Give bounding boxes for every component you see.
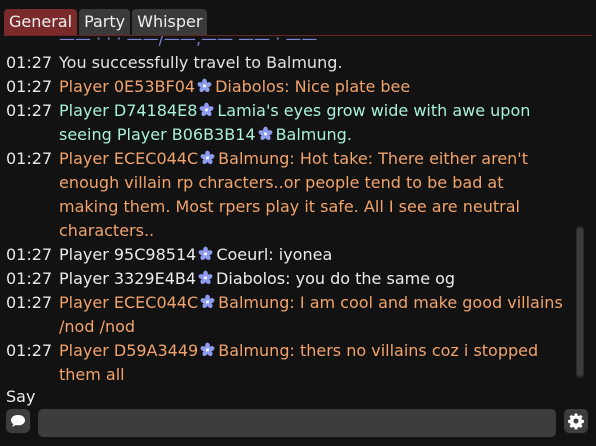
chat-line: 01:27 Player 95C98514 Coeurl: iyonea [0,243,572,267]
settings-button[interactable] [564,409,588,433]
chat-line: 01:27 Player D74184E8 Lamia's eyes grow wi… [0,99,572,147]
cross-world-flower-icon [198,246,213,261]
player-name: Player 95C98514 [59,245,197,264]
message-text: : iyonea [268,245,333,264]
gear-icon [568,413,584,430]
chat-line: 01:27 Player 0E53BF04 Diabolos: Nice plate… [0,75,572,99]
chat-log[interactable]: —— · · · ——/——,—— —— · —— 01:27 You succe… [0,36,572,382]
chat-timestamp: 01:27 [6,53,53,72]
cross-world-flower-icon [200,150,215,165]
world-name: Balmung [218,341,290,360]
speech-bubble-icon [11,415,25,427]
world-name: Balmung [218,149,290,168]
player-name: Player D74184E8 [59,101,198,120]
chat-input[interactable] [38,409,556,437]
chat-message: Player 0E53BF04 Diabolos: Nice plate bee [59,75,572,99]
player-name: Player 0E53BF04 [59,77,196,96]
cut-off-text: —— · · · ——/——,—— —— · —— [59,36,318,48]
chat-message: Player ECEC044C Balmung: I am cool and ma… [59,291,572,339]
chat-timestamp: 01:27 [6,341,53,360]
chat-scrollbar[interactable] [576,226,584,378]
chat-scrollbar-thumb[interactable] [577,228,583,376]
cross-world-flower-icon [199,102,214,117]
tab-party[interactable]: Party [79,9,131,35]
chat-timestamp: 01:27 [6,245,53,264]
player-name: Player ECEC044C [59,149,199,168]
chat-timestamp: 01:27 [6,269,53,288]
message-text: : Nice plate bee [284,77,411,96]
cross-world-flower-icon [197,78,212,93]
cross-world-flower-icon [200,342,215,357]
world-name: Balmung [275,125,347,144]
chat-message: Player 3329E4B4 Diabolos: you do the same… [59,267,572,291]
chat-message: Player D59A3449 Balmung: thers no villain… [59,339,572,382]
chat-tab-bar: General Party Whisper [4,9,208,35]
chat-mode-button[interactable] [6,409,30,433]
chat-line-cutoff: —— · · · ——/——,—— —— · —— [0,36,572,51]
chat-timestamp: 01:27 [6,149,53,168]
chat-message: Player 95C98514 Coeurl: iyonea [59,243,572,267]
chat-log-content: —— · · · ——/——,—— —— · —— 01:27 You succe… [0,36,572,382]
cross-world-flower-icon [198,270,213,285]
message-text: You successfully travel to Balmung. [59,53,343,72]
channel-label: Say [6,387,36,406]
chat-message: Player ECEC044C Balmung: Hot take: There … [59,147,572,243]
chat-line: 01:27 Player ECEC044C Balmung: I am cool a… [0,291,572,339]
message-text: : you do the same og [285,269,456,288]
chat-timestamp: 01:27 [6,293,53,312]
chat-line: 01:27 Player D59A3449 Balmung: thers no vi… [0,339,572,382]
world-name: Lamia [217,101,266,120]
player-name: Player 3329E4B4 [59,269,197,288]
message-text: . [346,125,352,144]
chat-message: Player D74184E8 Lamia's eyes grow wide wi… [59,99,572,147]
tab-whisper[interactable]: Whisper [132,9,208,35]
chat-timestamp: 01:27 [6,101,53,120]
cross-world-flower-icon [258,126,273,141]
world-name: Diabolos [215,77,285,96]
world-name: Coeurl [216,245,269,264]
chat-message: You successfully travel to Balmung. [59,51,572,75]
player-name: Player D59A3449 [59,341,199,360]
chat-line: 01:27 Player 3329E4B4 Diabolos: you do the… [0,267,572,291]
chat-line: 01:27 Player ECEC044C Balmung: Hot take: T… [0,147,572,243]
chat-line: 01:27 You successfully travel to Balmung. [0,51,572,75]
cross-world-flower-icon [200,294,215,309]
world-name: Diabolos [216,269,286,288]
chat-timestamp: 01:27 [6,77,53,96]
player-name: Player ECEC044C [59,293,199,312]
world-name: Balmung [218,293,290,312]
tab-general[interactable]: General [4,9,78,35]
